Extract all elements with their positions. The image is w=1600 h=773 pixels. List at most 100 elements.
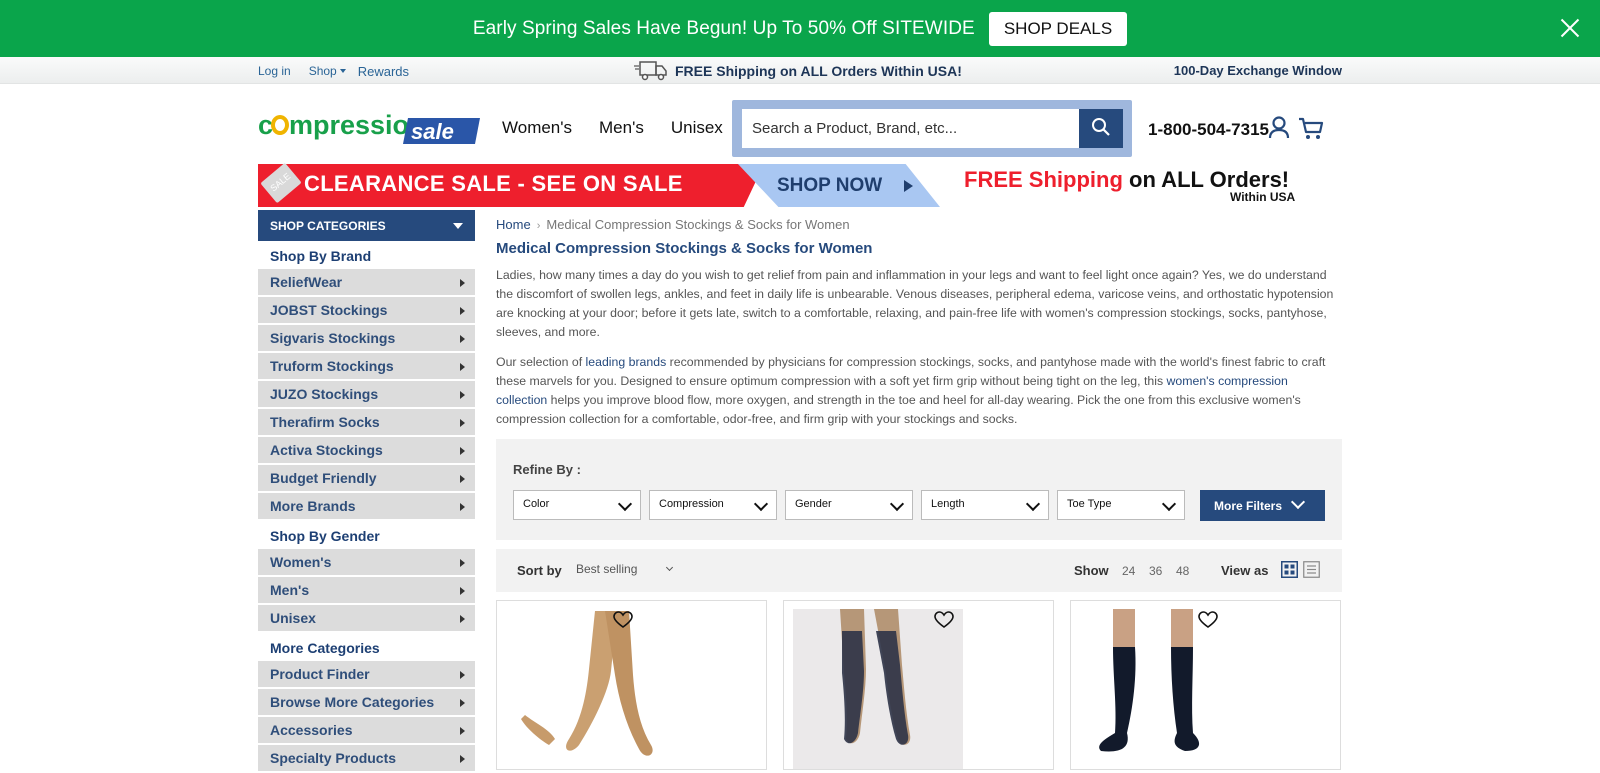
sidebar-item-label: Unisex	[270, 610, 316, 626]
sidebar-item-truform-stockings[interactable]: Truform Stockings	[258, 353, 475, 379]
chevron-right-icon: ›	[536, 220, 541, 232]
breadcrumb-current: Medical Compression Stockings & Socks fo…	[546, 217, 850, 232]
sort-select[interactable]: Best selling	[576, 562, 674, 576]
caret-right-icon	[460, 755, 465, 763]
product-card[interactable]	[1070, 600, 1341, 770]
search-input[interactable]	[742, 109, 1079, 148]
free-shipping-red: FREE Shipping	[964, 167, 1123, 192]
caret-right-icon	[460, 615, 465, 623]
brand-list: ReliefWear JOBST Stockings Sigvaris Stocki…	[258, 269, 475, 519]
show-option-48[interactable]: 48	[1176, 564, 1189, 578]
wishlist-heart-icon[interactable]	[1198, 611, 1218, 629]
refine-label: Refine By :	[513, 462, 581, 477]
gender-list: Women's Men's Unisex	[258, 549, 475, 631]
chevron-down-icon	[1161, 496, 1177, 512]
sidebar-item-product-finder[interactable]: Product Finder	[258, 661, 475, 687]
caret-right-icon	[460, 727, 465, 735]
search-button[interactable]	[1079, 109, 1123, 148]
sidebar-item-specialty-products[interactable]: Specialty Products	[258, 745, 475, 771]
nav-mens[interactable]: Men's	[599, 118, 644, 138]
sidebar-item-label: More Brands	[270, 498, 356, 514]
show-option-24[interactable]: 24	[1122, 564, 1135, 578]
breadcrumb: Home › Medical Compression Stockings & Soc…	[496, 217, 1342, 232]
free-shipping-rest: on ALL Orders!	[1122, 167, 1290, 192]
chevron-down-icon	[666, 563, 674, 572]
sidebar-item-label: Sigvaris Stockings	[270, 330, 396, 346]
filter-toe-type[interactable]: Toe Type	[1057, 490, 1185, 520]
shop-deals-button[interactable]: SHOP DEALS	[988, 11, 1128, 46]
group-more-categories: More Categories	[258, 633, 475, 661]
login-link[interactable]: Log in	[258, 64, 291, 79]
sidebar-item-label: ReliefWear	[270, 274, 343, 290]
list-view-icon[interactable]	[1303, 561, 1320, 578]
play-arrow-icon	[904, 180, 913, 192]
sidebar-item-juzo-stockings[interactable]: JUZO Stockings	[258, 381, 475, 407]
grid-view-icon[interactable]	[1281, 561, 1298, 578]
sidebar-item-women-s[interactable]: Women's	[258, 549, 475, 575]
sidebar-item-activa-stockings[interactable]: Activa Stockings	[258, 437, 475, 463]
nav-unisex[interactable]: Unisex	[671, 118, 723, 138]
truck-icon	[634, 61, 667, 81]
sidebar-item-label: Browse More Categories	[270, 694, 435, 710]
caret-right-icon	[460, 587, 465, 595]
caret-right-icon	[460, 279, 465, 287]
wishlist-heart-icon[interactable]	[613, 611, 633, 629]
sidebar-item-budget-friendly[interactable]: Budget Friendly	[258, 465, 475, 491]
cart-icon[interactable]	[1298, 117, 1324, 141]
filter-label: Gender	[795, 498, 832, 510]
shop-categories-header[interactable]: SHOP CATEGORIES	[258, 210, 475, 241]
para2-text-a: Our selection of	[496, 355, 586, 369]
rewards-link[interactable]: Rewards	[358, 64, 409, 79]
breadcrumb-home[interactable]: Home	[496, 217, 531, 232]
sidebar-item-sigvaris-stockings[interactable]: Sigvaris Stockings	[258, 325, 475, 351]
category-sidebar: SHOP CATEGORIES Shop By Brand ReliefWear…	[258, 210, 475, 773]
shop-menu[interactable]: Shop	[309, 64, 346, 79]
shop-label: Shop	[308, 64, 337, 78]
filter-label: Length	[931, 498, 965, 510]
sidebar-item-accessories[interactable]: Accessories	[258, 717, 475, 743]
search-icon	[1092, 118, 1110, 136]
filter-length[interactable]: Length	[921, 490, 1049, 520]
chevron-down-icon	[1025, 496, 1041, 512]
more-list: Product Finder Browse More Categories Acce…	[258, 661, 475, 771]
sidebar-item-jobst-stockings[interactable]: JOBST Stockings	[258, 297, 475, 323]
main-content: Home › Medical Compression Stockings & Soc…	[496, 210, 1342, 770]
sidebar-item-browse-more-categories[interactable]: Browse More Categories	[258, 689, 475, 715]
caret-right-icon	[460, 391, 465, 399]
nav-womens[interactable]: Women's	[502, 118, 572, 138]
wishlist-heart-icon[interactable]	[934, 611, 954, 629]
sidebar-item-label: JOBST Stockings	[270, 302, 388, 318]
sidebar-item-reliefwear[interactable]: ReliefWear	[258, 269, 475, 295]
filter-label: Toe Type	[1067, 498, 1112, 510]
shipping-text: FREE Shipping on ALL Orders Within USA!	[675, 63, 962, 79]
sidebar-item-label: Specialty Products	[270, 750, 397, 766]
clearance-banner[interactable]: SALE CLEARANCE SALE - SEE ON SALE SHOP N…	[258, 162, 1342, 207]
product-card[interactable]	[783, 600, 1054, 770]
svg-text:sale: sale	[411, 119, 454, 144]
group-shop-by-brand: Shop By Brand	[258, 241, 475, 269]
caret-down-icon	[453, 223, 463, 229]
product-card[interactable]	[496, 600, 767, 770]
filter-gender[interactable]: Gender	[785, 490, 913, 520]
exchange-link[interactable]: 100-Day Exchange Window	[1174, 63, 1342, 78]
sidebar-item-men-s[interactable]: Men's	[258, 577, 475, 603]
show-option-36[interactable]: 36	[1149, 564, 1162, 578]
sidebar-item-more-brands[interactable]: More Brands	[258, 493, 475, 519]
promo-bar: Early Spring Sales Have Begun! Up To 50%…	[0, 0, 1600, 57]
caret-right-icon	[460, 447, 465, 455]
sidebar-item-therafirm-socks[interactable]: Therafirm Socks	[258, 409, 475, 435]
main-nav: Women's Men's Unisex	[502, 118, 723, 138]
account-icon[interactable]	[1268, 116, 1290, 140]
leading-brands-link[interactable]: leading brands	[586, 355, 667, 369]
sort-label: Sort by	[517, 563, 562, 578]
more-filters-button[interactable]: More Filters	[1200, 490, 1325, 521]
free-shipping-notice: FREE Shipping on ALL Orders Within USA!	[634, 60, 962, 82]
site-logo[interactable]: c mpression sale	[258, 110, 483, 144]
close-icon[interactable]	[1560, 18, 1580, 38]
sidebar-item-label: Activa Stockings	[270, 442, 383, 458]
filter-compression[interactable]: Compression	[649, 490, 777, 520]
phone-number[interactable]: 1-800-504-7315	[1148, 120, 1269, 140]
sidebar-item-unisex[interactable]: Unisex	[258, 605, 475, 631]
filter-color[interactable]: Color	[513, 490, 641, 520]
more-filters-label: More Filters	[1214, 498, 1283, 513]
